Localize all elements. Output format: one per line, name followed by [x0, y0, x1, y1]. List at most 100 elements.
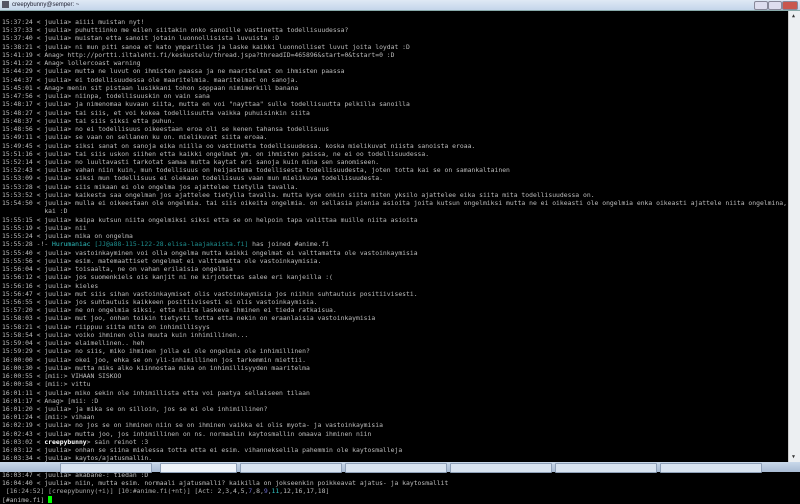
nick[interactable]: juulia — [44, 216, 67, 224]
nick[interactable]: juulia — [44, 421, 67, 429]
activity-window-number[interactable]: 17 — [306, 487, 314, 495]
timestamp: 16:00:00 — [2, 355, 33, 364]
nick[interactable]: juulia — [44, 257, 67, 265]
message-text: kai :D — [44, 207, 68, 216]
prompt-channel: [#anime.fi] — [2, 495, 45, 504]
nick[interactable]: juulia — [44, 133, 67, 141]
chat-line: 16:01:20 < juulia> ja mika se on silloin… — [2, 405, 268, 414]
chat-line: 15:52:14 < juulia> no luultavasti tarkot… — [2, 157, 380, 166]
scroll-up-icon[interactable]: ▲ — [792, 13, 795, 19]
activity-window-number[interactable]: 8 — [256, 487, 260, 495]
nick[interactable]: creepybunny — [44, 438, 86, 446]
nick[interactable]: juulia — [44, 142, 67, 150]
nick[interactable]: juulia — [44, 298, 67, 306]
message-text: vastoinkayminen voi olla ongelma mutta k… — [75, 248, 418, 257]
join-nick[interactable]: Hurumaniac — [52, 240, 90, 248]
activity-window-number[interactable]: 16 — [295, 487, 303, 495]
message-text: jos suhtautuis kaikkeen positiivisesti e… — [75, 297, 318, 306]
nick[interactable]: juulia — [44, 265, 67, 273]
message-text: ne on ongelmia siksi, etta niita laskeva… — [75, 306, 337, 315]
nick[interactable]: juulia — [44, 150, 67, 158]
nick[interactable]: Anag — [44, 397, 59, 405]
chat-line: 15:48:37 < juulia> tai siis siksi etta p… — [2, 116, 176, 125]
nick[interactable]: juulia — [44, 405, 67, 413]
nick[interactable]: juulia — [44, 166, 67, 174]
nick[interactable]: juulia — [44, 249, 67, 257]
activity-window-number[interactable]: 2 — [218, 487, 222, 495]
activity-window-number[interactable]: 9 — [264, 487, 268, 495]
nick[interactable]: juulia — [44, 446, 67, 454]
nick[interactable]: juulia — [44, 232, 67, 240]
nick[interactable]: Anag — [44, 84, 59, 92]
chat-line: 15:38:21 < juulia> ni mun piti sanoa et … — [2, 42, 410, 51]
chat-line: 16:04:40 < juulia> niin, mutta esim. nor… — [2, 479, 449, 488]
nick[interactable]: juulia — [44, 364, 67, 372]
scrollbar[interactable]: ▲ ▼ — [788, 11, 800, 462]
timestamp: 15:53:09 — [2, 174, 33, 183]
timestamp: 15:57:20 — [2, 306, 33, 315]
input-line[interactable]: [#anime.fi] — [0, 496, 789, 504]
activity-window-number[interactable]: 7 — [248, 487, 252, 495]
timestamp: 15:56:12 — [2, 273, 33, 282]
nick[interactable]: juulia — [44, 339, 67, 347]
maximize-button[interactable] — [768, 1, 782, 10]
nick[interactable]: juulia — [44, 224, 67, 232]
nick[interactable]: juulia — [44, 100, 67, 108]
nick[interactable]: juulia — [44, 356, 67, 364]
chat-line: 15:55:40 < juulia> vastoinkayminen voi o… — [2, 248, 418, 257]
chat-line: 15:47:56 < juulia> niinpa, todellisuuski… — [2, 92, 210, 101]
activity-window-number[interactable]: 12 — [283, 487, 291, 495]
timestamp: 15:52:14 — [2, 157, 33, 166]
nick[interactable]: juulia — [44, 199, 67, 207]
nick[interactable]: juulia — [44, 323, 67, 331]
minimize-button[interactable] — [754, 1, 768, 10]
nick[interactable]: [mii: — [44, 380, 63, 388]
nick[interactable]: juulia — [44, 125, 67, 133]
nick[interactable]: juulia — [44, 290, 67, 298]
nick[interactable]: juulia — [44, 430, 67, 438]
nick[interactable]: juulia — [44, 67, 67, 75]
activity-window-number[interactable]: 5 — [241, 487, 245, 495]
nick[interactable]: juulia — [44, 117, 67, 125]
nick[interactable]: juulia — [44, 347, 67, 355]
nick[interactable]: juulia — [44, 26, 67, 34]
activity-window-number[interactable]: 4 — [233, 487, 237, 495]
nick[interactable]: juulia — [44, 479, 67, 487]
nick[interactable]: juulia — [44, 76, 67, 84]
nick[interactable]: juulia — [44, 183, 67, 191]
timestamp: 15:48:37 — [2, 116, 33, 125]
nick[interactable]: juulia — [44, 331, 67, 339]
message-text: ei todellisuudessa ole maaritelmia. maar… — [75, 75, 299, 84]
activity-window-number[interactable]: 18 — [318, 487, 326, 495]
irc-terminal[interactable]: 15:37:24 < juulia> aiiii muistan nyt! 15:… — [0, 11, 789, 504]
nick[interactable]: juulia — [44, 92, 67, 100]
nick[interactable]: juulia — [44, 273, 67, 281]
nick[interactable]: juulia — [44, 18, 67, 26]
nick[interactable]: juulia — [44, 43, 67, 51]
close-button[interactable] — [782, 1, 798, 10]
message-text: miko sekin ole inhimillista etta voi paa… — [75, 388, 310, 397]
nick[interactable]: juulia — [44, 34, 67, 42]
nick[interactable]: juulia — [44, 191, 67, 199]
scroll-down-icon[interactable]: ▼ — [792, 454, 795, 460]
status-window: 10:#anime.fi(+nt) — [121, 487, 187, 496]
message-text: no siis, miko ihminen jolla ei ole ongel… — [75, 347, 310, 356]
activity-window-number[interactable]: 11 — [272, 487, 280, 495]
nick[interactable]: juulia — [44, 109, 67, 117]
chat-line: 16:03:02 < creepybunny> sain reinot :3 — [2, 437, 149, 446]
nick[interactable]: juulia — [44, 306, 67, 314]
nick[interactable]: [mii: — [44, 413, 63, 421]
nick[interactable]: Anag — [44, 59, 59, 67]
chat-line: 15:56:04 < juulia> toisaalta, ne on vaha… — [2, 265, 233, 274]
nick[interactable]: juulia — [44, 314, 67, 322]
nick[interactable]: juulia — [44, 174, 67, 182]
nick[interactable]: juulia — [44, 389, 67, 397]
nick[interactable]: [mii: — [44, 372, 63, 380]
activity-window-number[interactable]: 3 — [225, 487, 229, 495]
chat-line: 15:49:45 < juulia> siksi sanat on sanoja… — [2, 141, 476, 150]
nick[interactable]: Anag — [44, 51, 59, 59]
nick[interactable]: juulia — [44, 158, 67, 166]
timestamp: 16:01:17 — [2, 396, 33, 405]
nick[interactable]: juulia — [44, 282, 67, 290]
message-text: http://portti.iltalehti.fi/keskustelu/th… — [67, 50, 395, 59]
